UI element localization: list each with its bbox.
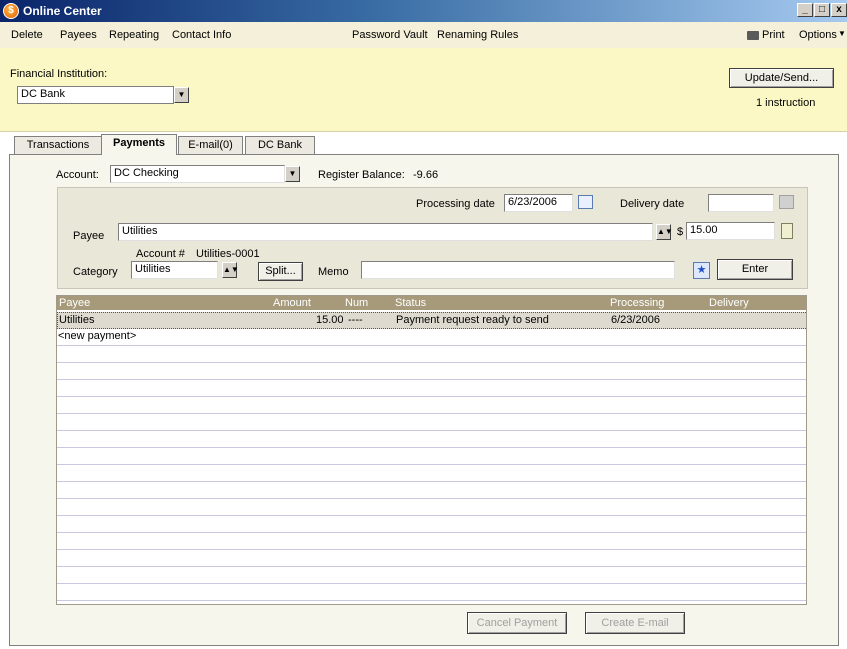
institution-select[interactable]: DC Bank (17, 86, 174, 104)
payments-table: Payee Amount Num Status Processing Deliv… (56, 295, 807, 605)
empty-row (57, 346, 806, 363)
column-header-delivery[interactable]: Delivery (709, 296, 749, 310)
tab-transactions[interactable]: Transactions (14, 136, 102, 155)
delivery-date-field[interactable] (708, 194, 774, 212)
chevron-down-icon[interactable]: ▼ (838, 29, 846, 38)
table-header: Payee Amount Num Status Processing Deliv… (57, 296, 806, 310)
cell-status: Payment request ready to send (396, 314, 549, 326)
empty-row (57, 380, 806, 397)
account-select[interactable]: DC Checking (110, 165, 285, 183)
menu-repeating[interactable]: Repeating (109, 29, 159, 41)
empty-row (57, 533, 806, 550)
processing-date-field[interactable]: 6/23/2006 (504, 194, 573, 212)
printer-icon[interactable] (747, 31, 759, 40)
account-number-value: Utilities-0001 (196, 248, 260, 260)
cell-processing: 6/23/2006 (611, 314, 660, 326)
calendar-icon[interactable] (578, 195, 593, 209)
payee-dropdown-icon[interactable]: ▲▼ (656, 224, 673, 240)
currency-symbol: $ (677, 226, 684, 238)
amount-field[interactable]: 15.00 (686, 222, 775, 240)
close-button[interactable]: x (831, 3, 847, 17)
menu-options[interactable]: Options (799, 29, 837, 41)
empty-row (57, 482, 806, 499)
title-bar: $ Online Center _ □ x (0, 0, 847, 22)
instruction-count: 1 instruction (756, 97, 816, 109)
table-row[interactable]: Utilities 15.00 ---- Payment request rea… (57, 312, 806, 329)
category-dropdown-icon[interactable]: ▲▼ (222, 262, 239, 278)
register-balance-value: -9.66 (413, 169, 439, 181)
menu-bar: Delete Payees Repeating Contact Info Pas… (0, 22, 847, 48)
register-balance-label: Register Balance: (318, 169, 405, 181)
category-field[interactable]: Utilities (131, 261, 218, 279)
empty-row (57, 397, 806, 414)
empty-row (57, 414, 806, 431)
column-header-processing[interactable]: Processing (610, 296, 664, 310)
memo-field[interactable] (361, 261, 675, 279)
category-label: Category (73, 266, 118, 278)
institution-label: Financial Institution: (10, 68, 108, 80)
split-button[interactable]: Split... (258, 262, 303, 281)
tab-payments[interactable]: Payments (101, 134, 177, 155)
app-icon: $ (3, 3, 19, 19)
empty-row (57, 431, 806, 448)
empty-row (57, 499, 806, 516)
new-payment-label: <new payment> (58, 330, 137, 342)
menu-payees[interactable]: Payees (60, 29, 97, 41)
update-send-button[interactable]: Update/Send... (729, 68, 834, 88)
column-header-amount[interactable]: Amount (273, 296, 311, 310)
cell-amount: 15.00 (316, 314, 344, 326)
minimize-button[interactable]: _ (797, 3, 813, 17)
menu-delete[interactable]: Delete (11, 29, 43, 41)
processing-date-label: Processing date (416, 198, 495, 210)
payee-label: Payee (73, 230, 105, 242)
enter-button[interactable]: Enter (717, 259, 793, 280)
empty-row (57, 465, 806, 482)
empty-row (57, 448, 806, 465)
column-header-payee[interactable]: Payee (59, 296, 90, 310)
menu-password-vault[interactable]: Password Vault (352, 29, 428, 41)
institution-value: DC Bank (21, 88, 66, 100)
cancel-payment-button[interactable]: Cancel Payment (467, 612, 567, 634)
calculator-icon[interactable] (781, 223, 793, 239)
column-header-status[interactable]: Status (395, 296, 426, 310)
menu-print[interactable]: Print (762, 29, 785, 41)
delivery-date-label: Delivery date (620, 198, 685, 210)
tab-email[interactable]: E-mail(0) (178, 136, 243, 155)
chevron-down-icon[interactable]: ▼ (285, 166, 300, 182)
tab-dc-bank[interactable]: DC Bank (245, 136, 315, 155)
star-icon[interactable]: ★ (693, 262, 710, 279)
empty-row (57, 584, 806, 601)
payee-field[interactable]: Utilities (118, 223, 653, 241)
menu-renaming-rules[interactable]: Renaming Rules (437, 29, 518, 41)
empty-row (57, 550, 806, 567)
maximize-button[interactable]: □ (814, 3, 830, 17)
menu-contact-info[interactable]: Contact Info (172, 29, 231, 41)
calendar-icon (779, 195, 794, 209)
account-value: DC Checking (114, 167, 179, 179)
account-label: Account: (56, 169, 99, 181)
empty-row (57, 567, 806, 584)
create-email-button[interactable]: Create E-mail (585, 612, 685, 634)
empty-row (57, 363, 806, 380)
column-header-num[interactable]: Num (345, 296, 368, 310)
empty-row (57, 516, 806, 533)
memo-label: Memo (318, 266, 349, 278)
cell-payee: Utilities (59, 314, 95, 326)
window-title: Online Center (23, 4, 102, 18)
institution-panel: Financial Institution: DC Bank ▼ Update/… (0, 48, 847, 132)
chevron-down-icon[interactable]: ▼ (174, 87, 189, 103)
account-number-label: Account # (136, 248, 185, 260)
cell-num: ---- (348, 314, 363, 326)
new-payment-row[interactable]: <new payment> (57, 329, 806, 346)
